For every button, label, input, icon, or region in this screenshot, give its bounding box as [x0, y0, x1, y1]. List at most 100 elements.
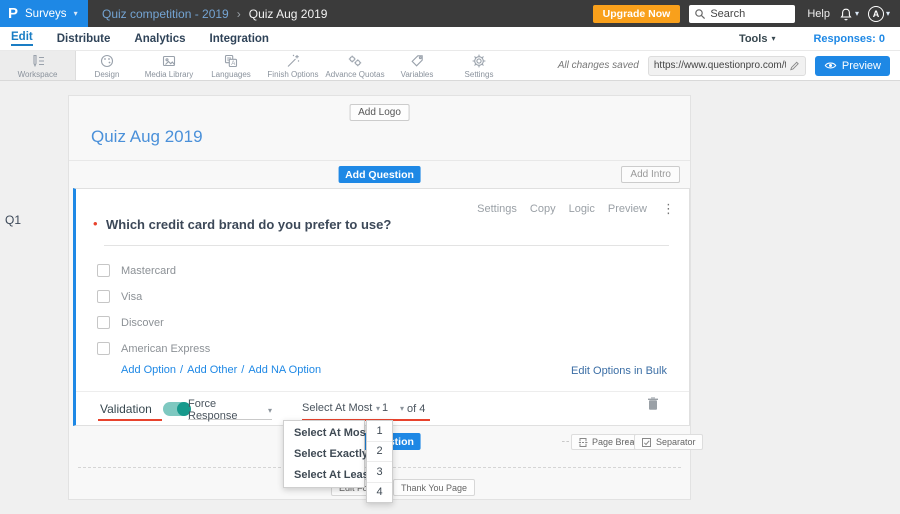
add-other-link[interactable]: Add Other: [187, 364, 237, 376]
validation-toggle[interactable]: [163, 402, 191, 416]
divider: [104, 245, 669, 246]
responses-count[interactable]: Responses: 0: [813, 33, 885, 45]
add-logo-button[interactable]: Add Logo: [349, 104, 410, 121]
add-option-link[interactable]: Add Option: [121, 364, 176, 376]
validation-count-select[interactable]: 1 ▾: [382, 402, 404, 414]
chevron-down-icon: ▾: [375, 403, 380, 413]
preview-button[interactable]: Preview: [814, 55, 890, 76]
question-id: Q1: [5, 213, 22, 227]
tools-menu[interactable]: Tools ▾: [739, 33, 776, 45]
add-option-links: Add Option / Add Other / Add NA Option: [121, 364, 321, 376]
nav-row: Edit Distribute Analytics Integration To…: [0, 27, 900, 50]
breadcrumb: Quiz competition - 2019 › Quiz Aug 2019: [102, 7, 327, 21]
add-intro-button[interactable]: Add Intro: [621, 166, 680, 183]
toolbar-item-label: Settings: [464, 69, 494, 79]
option-checkbox[interactable]: [97, 342, 110, 355]
account-menu[interactable]: A ▾: [867, 5, 890, 22]
required-marker: •: [93, 216, 98, 231]
answer-option-row: Discover: [97, 316, 164, 329]
question-actions: Settings Copy Logic Preview ⋮: [477, 201, 675, 217]
validation-rule-select[interactable]: Select At Most ▾: [302, 402, 380, 414]
validation-rule-dropdown: Select At Most Select Exactly Select At …: [283, 420, 372, 488]
force-response-select[interactable]: Force Response ▾: [188, 398, 272, 422]
languages-icon: A: [224, 54, 238, 67]
tab-analytics[interactable]: Analytics: [134, 33, 185, 45]
add-question-button-top[interactable]: Add Question: [338, 166, 421, 183]
questionpro-logo: P: [8, 5, 19, 22]
tab-integration[interactable]: Integration: [210, 33, 269, 45]
brand-block[interactable]: P Surveys ▾: [0, 0, 88, 27]
question-text[interactable]: Which credit card brand do you prefer to…: [106, 217, 391, 232]
dropdown-item-select-at-most[interactable]: Select At Most: [284, 427, 369, 439]
toolbar-item-variables[interactable]: Variables: [386, 51, 448, 80]
page-break-label: Page Break: [592, 437, 640, 447]
help-link[interactable]: Help: [807, 8, 830, 20]
search-box[interactable]: [689, 4, 796, 23]
svg-text:A: A: [231, 61, 235, 67]
answer-option-row: American Express: [97, 342, 210, 355]
dropdown-item-3[interactable]: 3: [367, 462, 392, 483]
chevron-down-icon: ▾: [267, 405, 272, 415]
questionpro-app: P Surveys ▾ Quiz competition - 2019 › Qu…: [0, 0, 900, 514]
breadcrumb-parent[interactable]: Quiz competition - 2019: [102, 7, 229, 21]
dropdown-item-select-at-least[interactable]: Select At Least: [284, 469, 372, 481]
option-label[interactable]: Discover: [121, 317, 164, 329]
survey-url-box[interactable]: [647, 55, 806, 76]
toolbar-item-settings[interactable]: Settings: [448, 51, 510, 80]
tab-distribute[interactable]: Distribute: [57, 33, 111, 45]
question-logic-link[interactable]: Logic: [569, 203, 595, 215]
search-icon: [695, 8, 706, 19]
thank-you-page-button[interactable]: Thank You Page: [393, 479, 476, 496]
toolbar-item-media-library[interactable]: Media Library: [138, 51, 200, 80]
top-bar: P Surveys ▾ Quiz competition - 2019 › Qu…: [0, 0, 900, 27]
option-checkbox[interactable]: [97, 290, 110, 303]
pencil-icon[interactable]: [789, 60, 800, 72]
tag-icon: [411, 54, 423, 67]
add-na-option-link[interactable]: Add NA Option: [248, 364, 321, 376]
toolbar-item-label: Workspace: [17, 69, 58, 79]
dropdown-item-1[interactable]: 1: [367, 421, 392, 442]
search-input[interactable]: [710, 7, 791, 20]
eye-icon: [824, 62, 837, 69]
option-label[interactable]: Mastercard: [121, 265, 176, 277]
upgrade-now-button[interactable]: Upgrade Now: [592, 4, 681, 23]
more-options-icon[interactable]: ⋮: [662, 201, 675, 217]
option-label[interactable]: Visa: [121, 291, 142, 303]
divider: [626, 441, 633, 442]
tab-edit[interactable]: Edit: [11, 31, 33, 46]
toolbar-item-design[interactable]: Design: [76, 51, 138, 80]
chevron-down-icon: ▾: [771, 34, 776, 43]
edit-options-in-bulk-link[interactable]: Edit Options in Bulk: [571, 365, 667, 377]
of-total-label: of 4: [407, 403, 426, 415]
question-copy-link[interactable]: Copy: [530, 203, 556, 215]
toolbar-item-label: Languages: [211, 69, 251, 79]
image-icon: [162, 55, 176, 66]
topbar-right: Upgrade Now Help ▾ A ▾: [592, 4, 900, 23]
question-preview-link[interactable]: Preview: [608, 203, 647, 215]
workspace-icon: [32, 54, 44, 67]
option-label[interactable]: American Express: [121, 343, 210, 355]
option-checkbox[interactable]: [97, 264, 110, 277]
link-separator: /: [241, 364, 245, 376]
toolbar-item-finish-options[interactable]: Finish Options: [262, 51, 324, 80]
option-checkbox[interactable]: [97, 316, 110, 329]
product-menu[interactable]: Surveys: [25, 8, 67, 20]
dropdown-item-4[interactable]: 4: [367, 483, 392, 503]
separator-button[interactable]: Separator: [634, 434, 703, 450]
dropdown-item-2[interactable]: 2: [367, 442, 392, 462]
navrow-right: Tools ▾ Responses: 0: [739, 33, 889, 45]
dropdown-item-select-exactly[interactable]: Select Exactly: [284, 448, 368, 460]
question-settings-link[interactable]: Settings: [477, 203, 517, 215]
validation-label: Validation: [100, 402, 152, 416]
toolbar-item-label: Variables: [400, 69, 434, 79]
question-card: Settings Copy Logic Preview ⋮ • Which cr…: [73, 188, 690, 426]
toolbar-item-advance-quotas[interactable]: Advance Quotas: [324, 51, 386, 80]
survey-url-input[interactable]: [653, 60, 786, 71]
toolbar-item-workspace[interactable]: Workspace: [0, 51, 76, 80]
survey-title[interactable]: Quiz Aug 2019: [91, 127, 203, 147]
delete-question-button[interactable]: [646, 396, 660, 414]
notifications[interactable]: ▾: [839, 7, 859, 21]
bell-icon: [840, 8, 852, 20]
trash-icon: [648, 397, 658, 410]
toolbar-item-languages[interactable]: A Languages: [200, 51, 262, 80]
